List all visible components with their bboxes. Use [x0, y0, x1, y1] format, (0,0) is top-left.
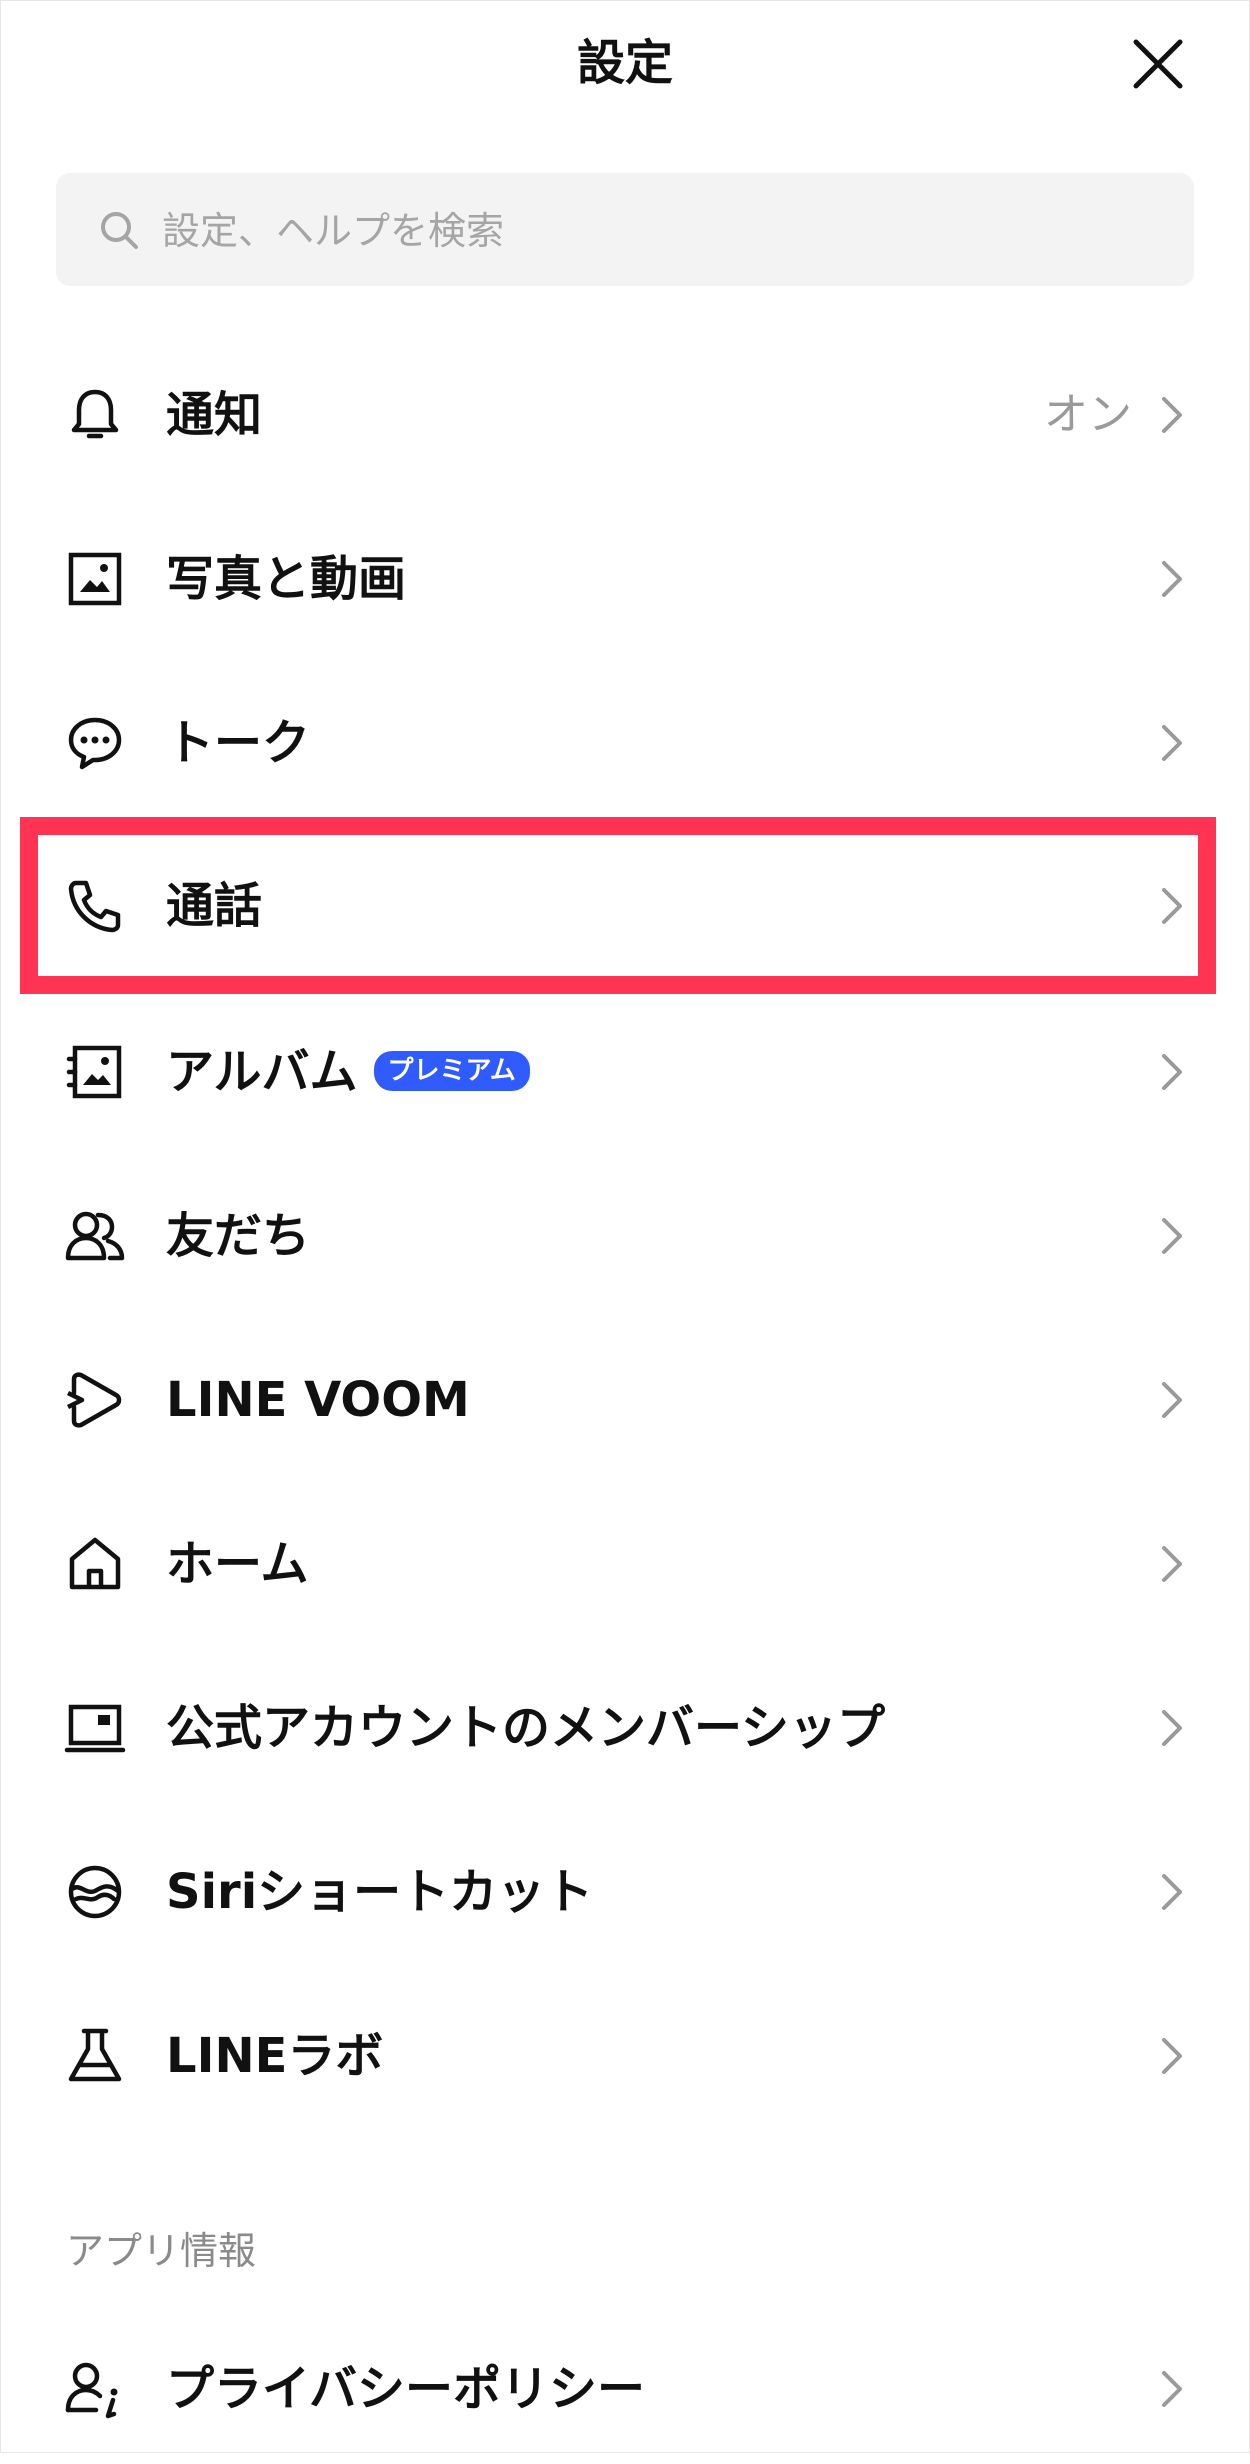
settings-item-label: 通知	[166, 387, 263, 443]
settings-item-official-account-membership[interactable]: 公式アカウントのメンバーシップ	[0, 1653, 1250, 1803]
settings-item-home[interactable]: ホーム	[0, 1489, 1250, 1639]
settings-item-label-text: アルバム	[166, 1044, 358, 1100]
settings-item-label: プライバシーポリシー	[166, 2361, 646, 2417]
settings-item-label: アルバム プレミアム	[166, 1037, 530, 1107]
settings-item-privacy-policy[interactable]: プライバシーポリシー	[0, 2314, 1250, 2464]
settings-item-line-labs[interactable]: LINEラボ	[0, 1981, 1250, 2131]
chevron-right-icon	[1162, 1218, 1182, 1254]
photo-icon	[68, 552, 122, 606]
album-icon	[66, 1045, 122, 1099]
search-input[interactable]	[160, 195, 1164, 267]
header: 設定	[0, 0, 1250, 128]
membership-icon	[64, 1704, 126, 1753]
chevron-right-icon	[1162, 1054, 1182, 1090]
premium-badge: プレミアム	[373, 1051, 530, 1091]
chevron-right-icon	[1162, 1546, 1182, 1582]
settings-item-label: ホーム	[166, 1536, 309, 1592]
settings-item-label: LINE VOOM	[166, 1372, 470, 1428]
search-bar[interactable]	[56, 173, 1194, 286]
siri-icon	[68, 1865, 122, 1919]
chevron-right-icon	[1162, 561, 1182, 597]
chevron-right-icon	[1162, 1382, 1182, 1418]
settings-item-label: トーク	[166, 715, 311, 771]
settings-item-siri-shortcuts[interactable]: Siriショートカット	[0, 1817, 1250, 1967]
chevron-right-icon	[1162, 1874, 1182, 1910]
chevron-right-icon	[1162, 2038, 1182, 2074]
close-icon	[1133, 39, 1183, 89]
page-title: 設定	[576, 35, 673, 91]
highlight-box	[20, 817, 1216, 994]
close-button[interactable]	[1128, 34, 1188, 94]
chevron-right-icon	[1162, 1710, 1182, 1746]
settings-item-notifications[interactable]: 通知 オン	[0, 340, 1250, 490]
section-title-app-info: アプリ情報	[66, 2229, 257, 2273]
settings-item-photos-videos[interactable]: 写真と動画	[0, 504, 1250, 654]
settings-item-label: 公式アカウントのメンバーシップ	[166, 1700, 886, 1756]
friends-icon	[65, 1211, 125, 1261]
privacy-icon	[65, 2362, 118, 2419]
settings-item-friends[interactable]: 友だち	[0, 1161, 1250, 1311]
bell-icon	[71, 389, 119, 439]
settings-item-label: Siriショートカット	[166, 1864, 594, 1920]
home-icon	[69, 1537, 121, 1590]
settings-item-label: 友だち	[166, 1208, 311, 1264]
settings-item-value: オン	[1044, 389, 1132, 440]
settings-item-line-voom[interactable]: LINE VOOM	[0, 1325, 1250, 1475]
chevron-right-icon	[1162, 397, 1182, 433]
chat-bubble-icon	[68, 717, 122, 770]
chevron-right-icon	[1162, 2371, 1182, 2407]
search-icon	[101, 212, 138, 249]
settings-item-label: 写真と動画	[166, 551, 407, 607]
settings-item-chats[interactable]: トーク	[0, 668, 1250, 818]
voom-icon	[66, 1372, 122, 1428]
flask-icon	[68, 2028, 122, 2082]
chevron-right-icon	[1162, 725, 1182, 761]
settings-item-albums[interactable]: アルバム プレミアム	[0, 997, 1250, 1147]
settings-item-label: LINEラボ	[166, 2028, 384, 2084]
